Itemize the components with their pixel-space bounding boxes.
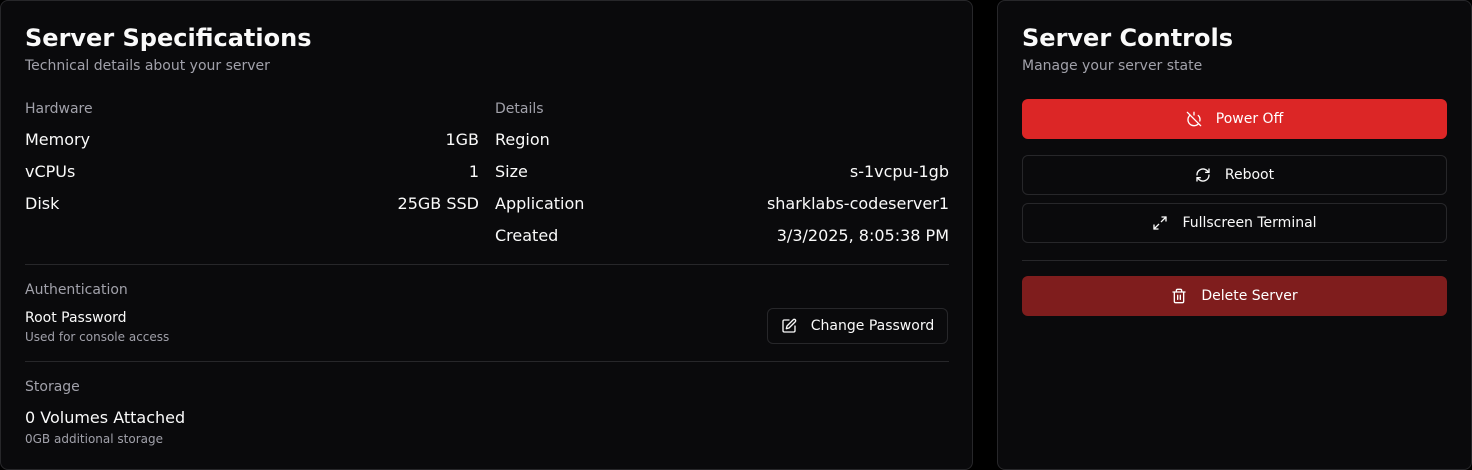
hardware-label: Hardware (25, 101, 93, 117)
power-off-icon (1186, 111, 1202, 127)
fullscreen-terminal-button[interactable]: Fullscreen Terminal (1022, 203, 1447, 243)
hardware-value: 1 (468, 162, 479, 181)
details-key: Region (495, 130, 550, 149)
specs-subtitle: Technical details about your server (25, 58, 270, 74)
divider (25, 361, 949, 362)
details-key: Size (495, 162, 528, 181)
divider (25, 264, 949, 265)
details-key: Application (495, 194, 585, 213)
details-value: s-1vcpu-1gb (849, 162, 949, 181)
expand-icon (1152, 215, 1168, 231)
server-specifications-card: Server Specifications Technical details … (0, 0, 973, 470)
hardware-key: Disk (25, 194, 60, 213)
controls-title: Server Controls (1022, 24, 1234, 52)
details-value: sharklabs-codeserver1 (766, 194, 949, 213)
authentication-label: Authentication (25, 282, 128, 298)
hardware-row-memory: Memory 1GB (25, 129, 479, 151)
server-controls-card: Server Controls Manage your server state… (997, 0, 1472, 470)
additional-storage: 0GB additional storage (25, 432, 163, 446)
hardware-row-disk: Disk 25GB SSD (25, 193, 479, 215)
power-off-button[interactable]: Power Off (1022, 99, 1447, 139)
trash-icon (1171, 288, 1187, 304)
divider (1022, 260, 1447, 261)
root-password-description: Used for console access (25, 330, 170, 344)
controls-subtitle: Manage your server state (1022, 58, 1203, 74)
details-label: Details (495, 101, 544, 117)
refresh-icon (1195, 167, 1211, 183)
pencil-square-icon (781, 318, 797, 334)
volumes-attached: 0 Volumes Attached (25, 408, 186, 427)
hardware-key: Memory (25, 130, 91, 149)
details-value: 3/3/2025, 8:05:38 PM (776, 226, 949, 245)
delete-server-button[interactable]: Delete Server (1022, 276, 1447, 316)
change-password-label: Change Password (810, 318, 935, 334)
hardware-row-vcpus: vCPUs 1 (25, 161, 479, 183)
details-key: Created (495, 226, 559, 245)
reboot-button[interactable]: Reboot (1022, 155, 1447, 195)
details-row-region: Region (495, 129, 949, 151)
hardware-value: 25GB SSD (397, 194, 479, 213)
reboot-label: Reboot (1224, 167, 1275, 183)
details-row-created: Created 3/3/2025, 8:05:38 PM (495, 225, 949, 247)
change-password-button[interactable]: Change Password (767, 308, 948, 344)
storage-label: Storage (25, 379, 80, 395)
details-row-application: Application sharklabs-codeserver1 (495, 193, 949, 215)
hardware-key: vCPUs (25, 162, 76, 181)
delete-server-label: Delete Server (1201, 288, 1298, 304)
fullscreen-terminal-label: Fullscreen Terminal (1182, 215, 1317, 231)
root-password-title: Root Password (25, 310, 127, 326)
details-row-size: Size s-1vcpu-1gb (495, 161, 949, 183)
specs-title: Server Specifications (25, 24, 312, 52)
power-off-label: Power Off (1215, 111, 1284, 127)
hardware-value: 1GB (445, 130, 479, 149)
